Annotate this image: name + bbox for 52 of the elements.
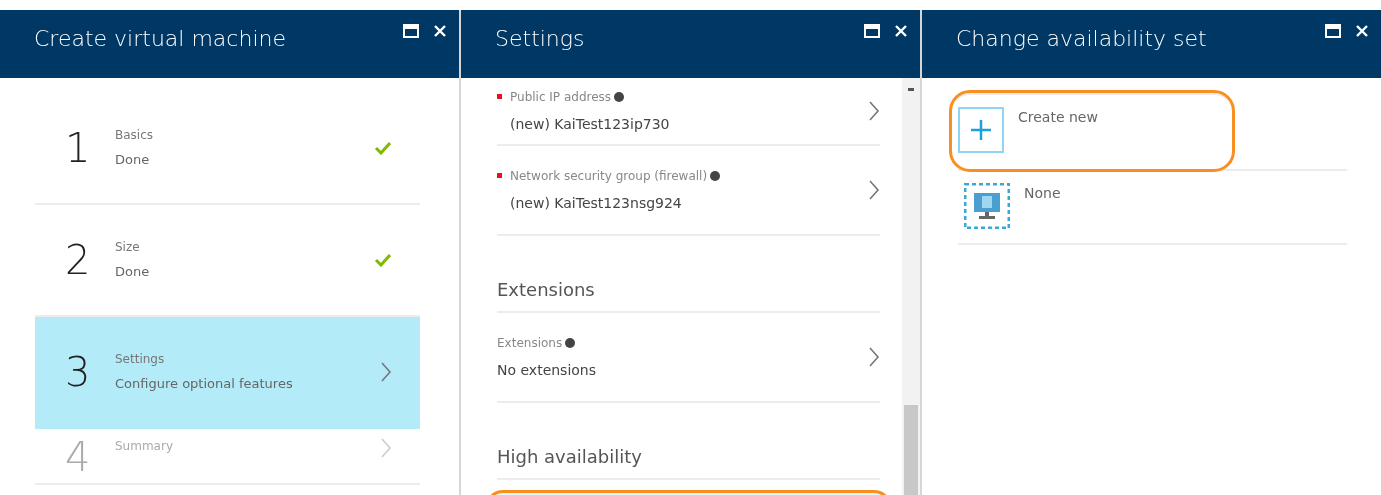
blade-title: Settings — [495, 25, 586, 53]
monitor-icon — [964, 183, 1010, 229]
maximize-icon — [864, 23, 880, 38]
setting-chevron-button[interactable] — [868, 346, 880, 368]
step-number: 1 — [65, 128, 92, 168]
scroll-up-icon — [908, 88, 914, 91]
maximize-button[interactable] — [403, 22, 419, 38]
setting-value: (new) KaiTest123nsg924 — [510, 193, 683, 213]
maximize-icon — [403, 23, 419, 38]
chevron-icon — [868, 346, 880, 368]
setting-chevron-button[interactable] — [868, 179, 880, 201]
chevron-icon — [868, 179, 880, 201]
step-number: 2 — [65, 240, 92, 280]
setting-value: (new) KaiTest123ip730 — [510, 114, 671, 134]
setting-label: Extensions — [497, 334, 563, 352]
step-number: 3 — [65, 352, 92, 392]
close-icon — [894, 23, 908, 38]
setting-value: No extensions — [497, 360, 598, 380]
step-title: Summary — [115, 438, 174, 455]
close-button[interactable] — [894, 22, 908, 38]
step-title: Basics — [115, 127, 155, 145]
wizard-step[interactable]: 3 Settings Configure optional features — [35, 317, 420, 429]
chevron-icon — [868, 100, 880, 122]
option-row[interactable]: None — [958, 169, 1347, 245]
maximize-button[interactable] — [1325, 22, 1341, 38]
blade-title: Create virtual machine — [34, 25, 287, 53]
step-title: Settings — [115, 351, 166, 369]
step-subtitle: Configure optional features — [115, 375, 294, 394]
maximize-button[interactable] — [864, 22, 880, 38]
info-icon — [710, 170, 721, 181]
close-button[interactable] — [433, 22, 447, 38]
section-heading: Extensions — [497, 236, 880, 313]
step-subtitle: Done — [115, 151, 151, 170]
setting-label: Network security group (firewall) — [510, 167, 708, 185]
blade-title: Change availability set — [956, 25, 1208, 53]
plus-icon — [958, 107, 1004, 153]
close-icon — [433, 23, 447, 38]
step-subtitle: Done — [115, 263, 151, 282]
setting-chevron-button[interactable] — [868, 100, 880, 122]
option-label: None — [1024, 184, 1061, 203]
maximize-icon — [1325, 23, 1341, 38]
close-icon — [1355, 23, 1369, 38]
option-label: Create new — [1018, 108, 1098, 127]
scrollbar-thumb[interactable] — [904, 405, 918, 495]
section-heading: High availability — [497, 403, 880, 480]
close-button[interactable] — [1355, 22, 1369, 38]
option-row[interactable]: Create new — [952, 93, 1232, 169]
setting-label: Public IP address — [510, 88, 612, 106]
info-icon — [565, 337, 576, 348]
step-number: 4 — [65, 437, 92, 477]
step-title: Size — [115, 239, 141, 257]
info-icon — [614, 91, 625, 102]
